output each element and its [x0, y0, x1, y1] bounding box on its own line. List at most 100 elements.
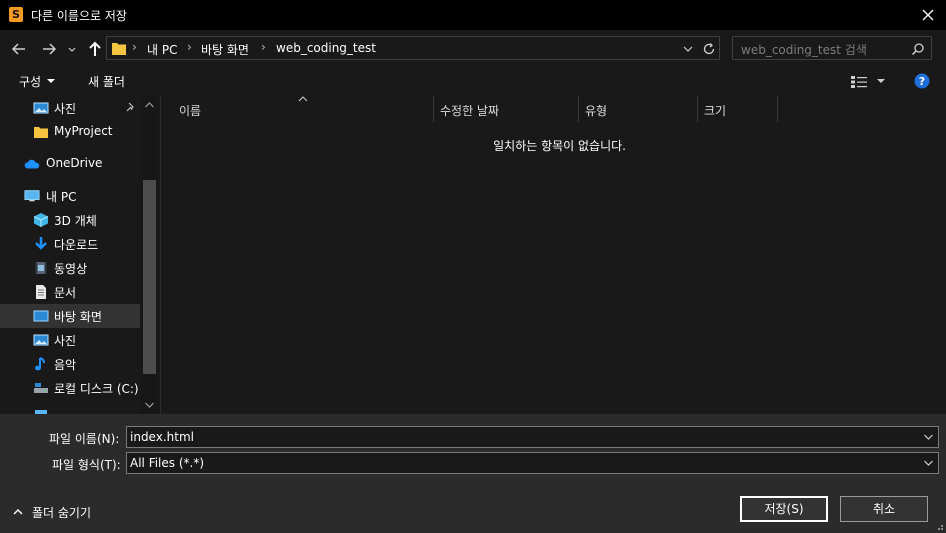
filename-label: 파일 이름(N):	[49, 432, 120, 446]
recent-locations-button[interactable]	[64, 38, 80, 60]
sidebar-item-label: OneDrive	[46, 156, 103, 170]
up-button[interactable]	[84, 38, 106, 60]
cancel-button[interactable]: 취소	[840, 496, 928, 522]
sidebar-item-label: 다운로드	[54, 238, 99, 252]
breadcrumb-separator: ›	[187, 40, 192, 54]
sidebar-item-label: 사진	[54, 102, 77, 116]
organize-button[interactable]: 구성	[19, 73, 41, 90]
computer-icon	[24, 190, 40, 202]
arrow-left-icon	[11, 43, 25, 55]
sidebar-item-label: 바탕 화면	[54, 310, 102, 324]
new-folder-button[interactable]: 새 폴더	[88, 73, 125, 90]
column-header-name[interactable]: 이름	[161, 96, 434, 122]
forward-button[interactable]	[38, 38, 60, 60]
cube-icon	[33, 213, 49, 227]
chevron-down-icon[interactable]	[923, 459, 934, 467]
chevron-down-icon	[47, 79, 55, 83]
pictures-icon	[33, 334, 49, 346]
svg-text:?: ?	[919, 75, 925, 88]
pin-icon	[126, 102, 134, 112]
sidebar-item-label: 음악	[54, 358, 77, 372]
sidebar-item-label: MyProject	[54, 124, 113, 138]
sidebar-item-pictures[interactable]: 사진	[0, 328, 140, 352]
hide-folders-label: 폴더 숨기기	[32, 506, 92, 520]
chevron-down-icon	[68, 47, 76, 52]
breadcrumb-desktop[interactable]: 바탕 화면	[201, 41, 249, 58]
filetype-select[interactable]: All Files (*.*)	[126, 452, 939, 474]
view-options-icon[interactable]	[850, 74, 868, 90]
desktop-icon	[33, 310, 49, 322]
sidebar-item-label: 내 PC	[46, 190, 77, 204]
folder-icon	[34, 127, 48, 138]
folder-icon	[112, 43, 126, 55]
chevron-down-icon[interactable]	[876, 77, 886, 85]
sidebar-item-myproject[interactable]: MyProject	[0, 120, 140, 144]
save-button[interactable]: 저장(S)	[740, 496, 828, 522]
chevron-down-icon[interactable]	[923, 433, 934, 441]
empty-folder-message: 일치하는 항목이 없습니다.	[493, 139, 626, 153]
column-header-date-modified[interactable]: 수정한 날짜	[434, 96, 579, 122]
column-header-label: 이름	[179, 104, 202, 118]
chevron-down-icon[interactable]	[144, 401, 155, 409]
chevron-down-icon[interactable]	[681, 42, 695, 56]
chevron-up-icon[interactable]	[144, 101, 155, 109]
arrow-up-icon	[89, 41, 101, 56]
scrollbar-thumb[interactable]	[143, 180, 156, 374]
sidebar-item-downloads[interactable]: 다운로드	[0, 232, 140, 256]
sidebar-item-documents[interactable]: 문서	[0, 280, 140, 304]
file-list[interactable]: 이름 수정한 날짜 유형 크기 일치하는 항목이 없습니다.	[160, 96, 946, 414]
column-header-size[interactable]: 크기	[698, 96, 778, 122]
hide-folders-toggle[interactable]: 폴더 숨기기	[12, 502, 112, 522]
sidebar-item-label: 로컬 디스크 (C:)	[54, 382, 139, 396]
command-bar: 구성 새 폴더 ?	[0, 68, 946, 96]
sidebar-item-label: 3D 개체	[54, 214, 97, 228]
video-icon	[35, 262, 47, 274]
drive-icon	[34, 383, 48, 393]
sidebar-item-label: 사진	[54, 334, 77, 348]
title-bar: S 다른 이름으로 저장	[0, 0, 946, 30]
search-placeholder: web_coding_test 검색	[741, 43, 867, 57]
dialog-title: 다른 이름으로 저장	[31, 9, 127, 23]
column-header-label: 크기	[704, 104, 727, 118]
search-icon	[911, 43, 924, 56]
breadcrumb-this-pc[interactable]: 내 PC	[147, 41, 177, 58]
address-bar[interactable]: › 내 PC › 바탕 화면 › web_coding_test	[106, 36, 720, 60]
navigation-pane[interactable]: 사진 MyProject OneDrive 내 PC 3D 개체 다운로드 동영…	[0, 96, 159, 414]
chevron-up-icon	[13, 509, 23, 515]
column-header-label: 수정한 날짜	[440, 104, 500, 118]
pictures-icon	[33, 102, 49, 114]
app-icon: S	[9, 7, 23, 22]
filename-input[interactable]: index.html	[126, 426, 939, 448]
column-header-type[interactable]: 유형	[579, 96, 698, 122]
resize-grip-icon[interactable]	[934, 521, 944, 531]
filename-value: index.html	[130, 430, 194, 444]
arrow-right-icon	[43, 43, 57, 55]
document-icon	[36, 285, 46, 299]
sidebar-item-onedrive[interactable]: OneDrive	[0, 152, 140, 176]
sidebar-item-videos[interactable]: 동영상	[0, 256, 140, 280]
music-icon	[35, 357, 45, 371]
navigation-bar: › 내 PC › 바탕 화면 › web_coding_test web_cod…	[0, 30, 946, 68]
sidebar-item-local-disk-c[interactable]: 로컬 디스크 (C:)	[0, 376, 140, 400]
filetype-label: 파일 형식(T):	[52, 458, 121, 472]
refresh-icon[interactable]	[701, 41, 717, 57]
sidebar-scrollbar[interactable]	[141, 96, 158, 414]
save-as-dialog: S 다른 이름으로 저장 › 내 PC › 바탕 화면 › web_coding…	[0, 0, 946, 533]
sidebar-item-desktop[interactable]: 바탕 화면	[0, 304, 140, 328]
breadcrumb-current-folder[interactable]: web_coding_test	[276, 41, 376, 55]
sidebar-item-label: 동영상	[54, 262, 88, 276]
back-button[interactable]	[8, 38, 30, 60]
column-header-label: 유형	[585, 104, 608, 118]
close-button[interactable]	[914, 2, 942, 28]
sidebar-item-3d-objects[interactable]: 3D 개체	[0, 208, 140, 232]
filetype-value: All Files (*.*)	[130, 456, 205, 470]
save-form-panel: 파일 이름(N): index.html 파일 형식(T): All Files…	[0, 414, 946, 533]
search-box[interactable]: web_coding_test 검색	[732, 36, 932, 60]
sidebar-item-this-pc[interactable]: 내 PC	[0, 184, 140, 208]
breadcrumb-separator: ›	[132, 40, 137, 54]
sidebar-item-pictures-quick[interactable]: 사진	[0, 96, 140, 120]
cloud-icon	[24, 159, 40, 169]
sidebar-item-label: 문서	[54, 286, 77, 300]
help-icon[interactable]: ?	[914, 73, 930, 89]
sidebar-item-music[interactable]: 음악	[0, 352, 140, 376]
